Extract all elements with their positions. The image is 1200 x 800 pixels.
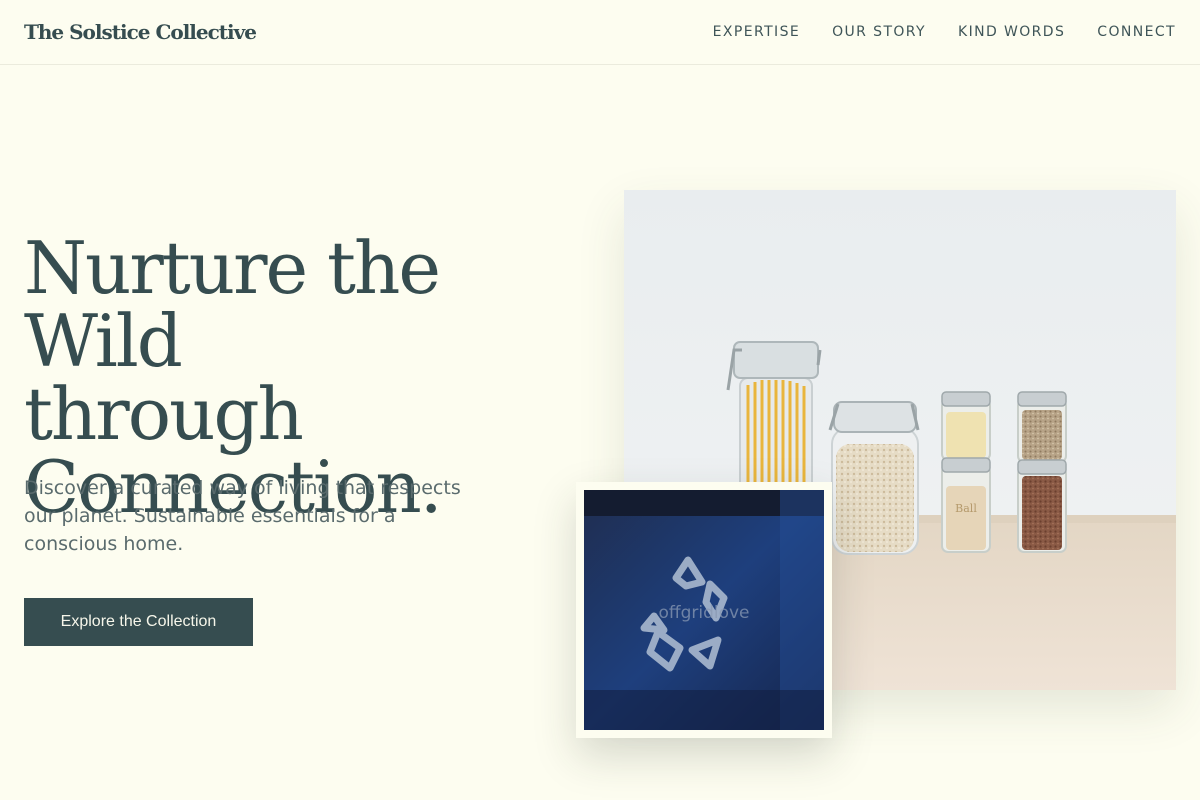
site-header: The Solstice Collective EXPERTISE OUR ST… [0,0,1200,65]
hero-title-line-2: through [24,372,304,456]
hero-title-line-1: Nurture the Wild [24,226,441,383]
nav-link-kind-words[interactable]: KIND WORDS [958,24,1065,40]
brand-logo[interactable]: The Solstice Collective [24,20,257,44]
hero-subtitle: Discover a curated way of living that re… [24,477,461,555]
nav-link-expertise[interactable]: EXPERTISE [713,24,800,40]
nav-link-our-story[interactable]: OUR STORY [832,24,926,40]
nav-link-connect[interactable]: CONNECT [1097,24,1176,40]
recycling-bin-photo: offgridlove [576,482,832,738]
explore-collection-button[interactable]: Explore the Collection [24,598,253,646]
main-nav: EXPERTISE OUR STORY KIND WORDS CONNECT [713,24,1176,40]
inset-watermark: offgridlove [658,603,749,623]
svg-text:Ball: Ball [955,502,977,515]
